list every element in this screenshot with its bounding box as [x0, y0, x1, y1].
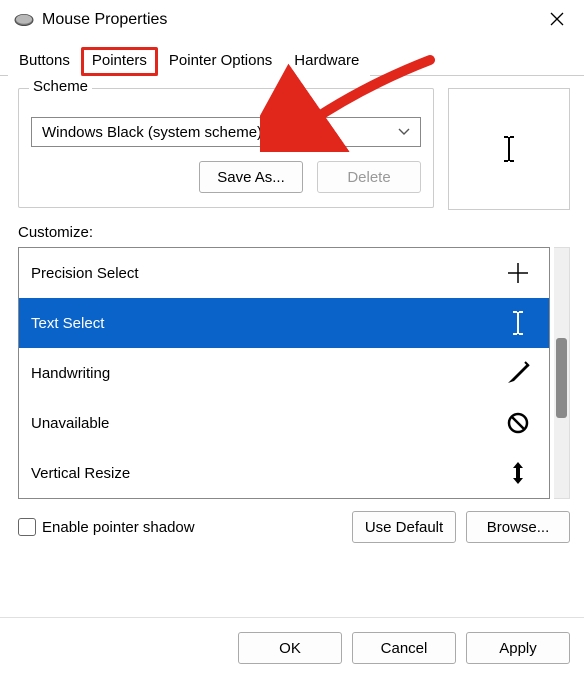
dialog-action-bar: OK Cancel Apply — [0, 617, 584, 682]
ibeam-icon — [505, 311, 531, 335]
checkbox-label: Enable pointer shadow — [42, 519, 195, 536]
save-as-button[interactable]: Save As... — [199, 161, 303, 193]
window-title: Mouse Properties — [42, 11, 167, 29]
close-button[interactable] — [540, 5, 574, 36]
scheme-groupbox: Scheme Windows Black (system scheme) Sav… — [18, 88, 434, 208]
tab-pointers[interactable]: Pointers — [81, 47, 158, 76]
delete-button: Delete — [317, 161, 421, 193]
scheme-selected-value: Windows Black (system scheme) — [42, 124, 262, 141]
checkbox-box[interactable] — [18, 518, 36, 536]
cursor-preview-box — [448, 88, 570, 210]
cursor-item-label: Handwriting — [31, 365, 110, 382]
cursor-item-label: Unavailable — [31, 415, 109, 432]
cursor-list[interactable]: Precision Select Text Select Handwriting — [18, 247, 550, 499]
cursor-item-label: Text Select — [31, 315, 104, 332]
scrollbar-track[interactable] — [554, 247, 570, 499]
customize-label: Customize: — [18, 224, 570, 241]
chevron-down-icon — [398, 125, 410, 139]
cursor-item-unavailable[interactable]: Unavailable — [19, 398, 549, 448]
apply-button[interactable]: Apply — [466, 632, 570, 664]
tab-buttons[interactable]: Buttons — [8, 47, 81, 76]
browse-button[interactable]: Browse... — [466, 511, 570, 543]
ibeam-icon — [503, 136, 515, 162]
tab-hardware[interactable]: Hardware — [283, 47, 370, 76]
cursor-item-label: Precision Select — [31, 265, 139, 282]
scrollbar-thumb[interactable] — [556, 338, 567, 418]
plus-icon — [505, 261, 531, 285]
titlebar: Mouse Properties — [0, 0, 584, 40]
tab-strip: Buttons Pointers Pointer Options Hardwar… — [0, 40, 584, 76]
vresize-icon — [505, 460, 531, 486]
pen-icon — [505, 360, 531, 386]
enable-pointer-shadow-checkbox[interactable]: Enable pointer shadow — [18, 518, 195, 536]
cursor-item-label: Vertical Resize — [31, 465, 130, 482]
no-icon — [505, 411, 531, 435]
tab-pointer-options[interactable]: Pointer Options — [158, 47, 283, 76]
scheme-legend: Scheme — [29, 78, 92, 95]
cursor-item-precision-select[interactable]: Precision Select — [19, 248, 549, 298]
scheme-dropdown[interactable]: Windows Black (system scheme) — [31, 117, 421, 147]
use-default-button[interactable]: Use Default — [352, 511, 456, 543]
cursor-item-handwriting[interactable]: Handwriting — [19, 348, 549, 398]
mouse-icon — [14, 13, 34, 27]
cursor-item-vertical-resize[interactable]: Vertical Resize — [19, 448, 549, 498]
cursor-item-text-select[interactable]: Text Select — [19, 298, 549, 348]
cancel-button[interactable]: Cancel — [352, 632, 456, 664]
ok-button[interactable]: OK — [238, 632, 342, 664]
